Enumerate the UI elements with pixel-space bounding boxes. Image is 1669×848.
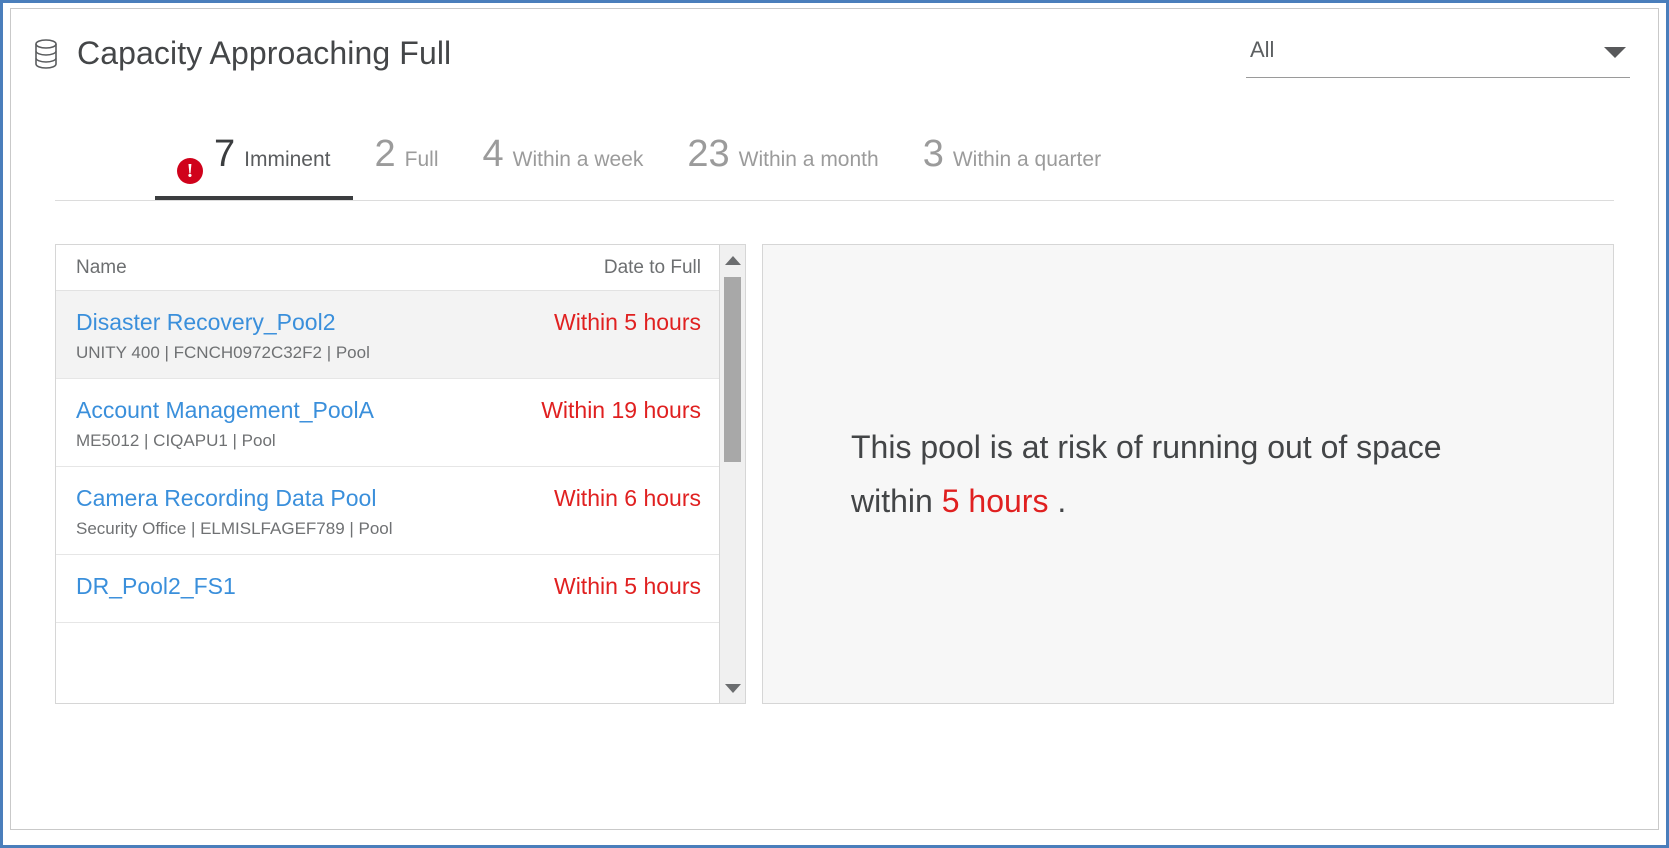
tab-within-a-week-label: Within a week	[512, 148, 644, 171]
title-group: Capacity Approaching Full	[33, 35, 451, 72]
column-header-date-to-full: Date to Full	[603, 257, 701, 278]
content-area: Name Date to Full Disaster Recovery_Pool…	[55, 244, 1614, 704]
page-title: Capacity Approaching Full	[77, 35, 452, 71]
database-icon	[33, 38, 59, 69]
date-to-full-value: Within 5 hours	[553, 309, 701, 335]
tab-within-a-month[interactable]: 23 Within a month	[665, 105, 900, 200]
pool-name-link[interactable]: Disaster Recovery_Pool2	[76, 309, 336, 336]
pool-name-link[interactable]: Account Management_PoolA	[76, 397, 374, 424]
filter-dropdown-control[interactable]: All	[1246, 31, 1630, 78]
filter-dropdown[interactable]: All	[1246, 31, 1630, 78]
tab-within-a-week[interactable]: 4 Within a week	[460, 105, 665, 200]
date-to-full-value: Within 19 hours	[541, 397, 701, 423]
tab-full-count: 2	[374, 133, 396, 175]
table-row[interactable]: Disaster Recovery_Pool2 Within 5 hours U…	[56, 291, 719, 379]
filter-dropdown-value: All	[1250, 37, 1275, 62]
pool-name-link[interactable]: Camera Recording Data Pool	[76, 485, 376, 512]
row-primary-line: Account Management_PoolA Within 19 hours	[76, 397, 701, 424]
detail-message-suffix: .	[1048, 483, 1067, 519]
tab-within-a-quarter-label: Within a quarter	[952, 148, 1102, 171]
detail-panel: This pool is at risk of running out of s…	[762, 244, 1614, 704]
detail-message-prefix: This pool is at risk of running out of s…	[851, 428, 1442, 519]
date-to-full-value: Within 5 hours	[553, 573, 701, 599]
caret-up-icon[interactable]	[720, 249, 745, 271]
capacity-approaching-full-widget: Capacity Approaching Full All ! 7 Immine…	[0, 0, 1669, 848]
column-header-name: Name	[76, 257, 127, 278]
list-scrollbar[interactable]	[720, 244, 746, 704]
pool-subtitle: UNITY 400 | FCNCH0972C32F2 | Pool	[76, 343, 370, 362]
tab-imminent-label: Imminent	[244, 148, 331, 171]
tab-full-label: Full	[404, 148, 439, 171]
pool-subtitle: Security Office | ELMISLFAGEF789 | Pool	[76, 519, 393, 538]
pool-list-panel: Name Date to Full Disaster Recovery_Pool…	[55, 244, 720, 704]
chevron-down-icon[interactable]	[1604, 47, 1626, 58]
caret-down-icon[interactable]	[720, 677, 745, 699]
pool-subtitle: ME5012 | CIQAPU1 | Pool	[76, 431, 276, 450]
tab-within-a-week-count: 4	[482, 133, 504, 175]
severity-tabs: ! 7 Imminent 2 Full 4 Within a week 23 W…	[55, 105, 1614, 201]
detail-message: This pool is at risk of running out of s…	[851, 420, 1471, 529]
capacity-card: Capacity Approaching Full All ! 7 Immine…	[11, 9, 1658, 829]
tab-within-a-quarter[interactable]: 3 Within a quarter	[901, 105, 1123, 200]
tab-imminent[interactable]: ! 7 Imminent	[155, 105, 353, 200]
table-row[interactable]: Camera Recording Data Pool Within 6 hour…	[56, 467, 719, 555]
tab-imminent-count: 7	[214, 133, 236, 175]
table-row[interactable]: Account Management_PoolA Within 19 hours…	[56, 379, 719, 467]
tab-full[interactable]: 2 Full	[353, 105, 461, 200]
detail-message-highlight: 5 hours	[941, 483, 1049, 519]
list-column-headers: Name Date to Full	[56, 245, 719, 291]
scrollbar-thumb[interactable]	[724, 277, 741, 462]
pool-list[interactable]: Disaster Recovery_Pool2 Within 5 hours U…	[56, 291, 719, 703]
card-header: Capacity Approaching Full All	[11, 9, 1658, 105]
tab-within-a-month-count: 23	[687, 133, 730, 175]
row-primary-line: Camera Recording Data Pool Within 6 hour…	[76, 485, 701, 512]
table-row[interactable]: DR_Pool2_FS1 Within 5 hours	[56, 555, 719, 623]
tab-within-a-month-label: Within a month	[738, 148, 879, 171]
row-primary-line: Disaster Recovery_Pool2 Within 5 hours	[76, 309, 701, 336]
pool-name-link[interactable]: DR_Pool2_FS1	[76, 573, 236, 600]
tab-within-a-quarter-count: 3	[922, 133, 944, 175]
alert-icon: !	[177, 157, 203, 184]
row-primary-line: DR_Pool2_FS1 Within 5 hours	[76, 573, 701, 600]
date-to-full-value: Within 6 hours	[553, 485, 701, 511]
